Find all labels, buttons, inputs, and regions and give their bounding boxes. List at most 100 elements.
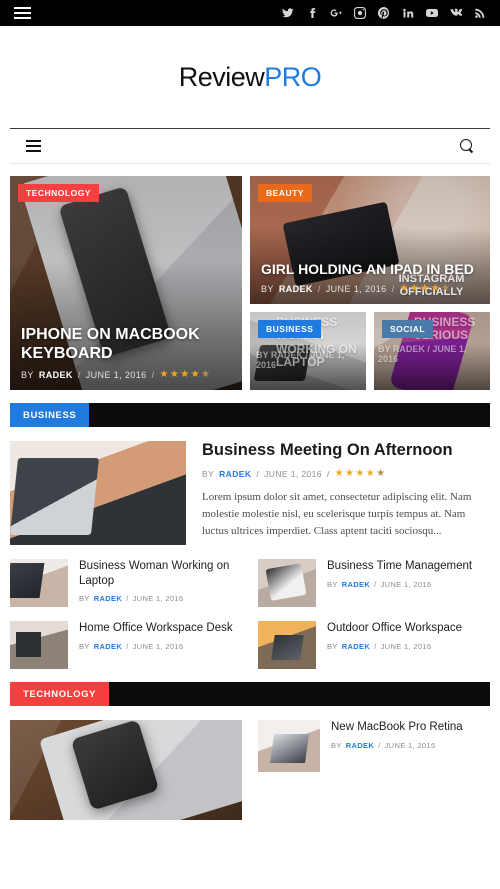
article-meta: BY RADEK / JUNE 1, 2016 <box>327 642 490 651</box>
business-feature-article[interactable]: Business Meeting On Afternoon BY RADEK /… <box>10 441 490 545</box>
author-name[interactable]: RADEK <box>346 741 374 750</box>
technology-section-title[interactable]: TECHNOLOGY <box>10 682 110 706</box>
article-title[interactable]: Business Woman Working on Laptop <box>79 559 242 588</box>
publish-date: JUNE 1, 2016 <box>380 641 432 651</box>
top-menu-icon[interactable] <box>14 7 31 19</box>
technology-article-block: New MacBook Pro Retina BY RADEK / JUNE 1… <box>10 720 490 820</box>
article-image <box>258 621 316 669</box>
by-label: BY <box>202 468 215 479</box>
hamburger-line <box>26 150 41 152</box>
pinterest-icon[interactable] <box>377 7 390 20</box>
business-feature-meta: BY RADEK / JUNE 1, 2016 / ★ ★ ★ ★ ★ <box>202 468 490 479</box>
hero-main-card[interactable]: TECHNOLOGY IPHONE ON MACBOOK KEYBOARD BY… <box>10 176 242 390</box>
article-meta: BY RADEK / JUNE 1, 2016 <box>327 580 490 589</box>
by-label: BY <box>331 740 342 750</box>
article-thumbnail[interactable] <box>10 621 68 669</box>
site-logo[interactable]: ReviewPRO <box>179 62 322 93</box>
list-item[interactable]: New MacBook Pro Retina BY RADEK / JUNE 1… <box>258 720 490 772</box>
facebook-icon[interactable] <box>305 7 318 20</box>
author-name[interactable]: RADEK <box>342 580 370 589</box>
list-item[interactable]: Home Office Workspace Desk BY RADEK / JU… <box>10 621 242 669</box>
meta-separator: / <box>317 284 321 294</box>
hero-beauty-category-badge[interactable]: BEAUTY <box>258 184 312 202</box>
hero-beauty-meta: BY RADEK / JUNE 1, 2016 / ★ ★ ★ ★ ★ <box>261 283 479 295</box>
publish-date: JUNE 1, 2016 <box>264 468 322 479</box>
article-text: New MacBook Pro Retina BY RADEK / JUNE 1… <box>331 720 490 750</box>
author-name[interactable]: RADEK <box>94 594 122 603</box>
article-thumbnail[interactable] <box>258 720 320 772</box>
author-name[interactable]: RADEK <box>342 642 370 651</box>
hero-beauty-title[interactable]: GIRL HOLDING AN IPAD IN BED <box>261 261 479 277</box>
author-name[interactable]: RADEK <box>39 370 73 380</box>
instagram-icon[interactable] <box>353 7 366 20</box>
publish-date: JUNE 1, 2016 <box>325 284 387 294</box>
hero-social-category-badge[interactable]: SOCIAL <box>382 320 434 338</box>
publish-date: JUNE 1, 2016 <box>380 579 432 589</box>
publish-date: JUNE 1, 2016 <box>132 641 184 651</box>
hero-grid: TECHNOLOGY IPHONE ON MACBOOK KEYBOARD BY… <box>10 176 490 390</box>
google-plus-icon[interactable] <box>329 7 342 20</box>
business-feature-image <box>10 441 186 545</box>
article-thumbnail[interactable] <box>258 621 316 669</box>
rss-icon[interactable] <box>473 7 486 20</box>
by-label: BY <box>21 370 34 380</box>
hamburger-line <box>14 17 31 19</box>
linkedin-icon[interactable] <box>401 7 414 20</box>
hero-business-card[interactable]: BUSINESS WOMAN WORKING ON LAPTOP BY RADE… <box>250 312 366 390</box>
by-label: BY <box>327 641 338 651</box>
hero-main-category-badge[interactable]: TECHNOLOGY <box>18 184 99 202</box>
article-thumbnail[interactable] <box>10 559 68 607</box>
article-title[interactable]: New MacBook Pro Retina <box>331 720 490 735</box>
hero-right-column: BEAUTY INSTAGRAM OFFICIALLY GIRL HOLDING… <box>250 176 490 390</box>
hamburger-line <box>26 145 41 147</box>
article-title[interactable]: Outdoor Office Workspace <box>327 621 490 636</box>
social-links <box>281 7 486 20</box>
meta-separator: / <box>374 579 377 589</box>
meta-separator: / <box>126 641 129 651</box>
logo-part-2: PRO <box>264 61 322 92</box>
hamburger-line <box>14 12 31 14</box>
hero-main-title[interactable]: IPHONE ON MACBOOK KEYBOARD <box>21 326 231 363</box>
business-feature-title[interactable]: Business Meeting On Afternoon <box>202 441 490 461</box>
hero-bottom-row: BUSINESS WOMAN WORKING ON LAPTOP BY RADE… <box>250 312 490 390</box>
article-text: Business Time Management BY RADEK / JUNE… <box>327 559 490 589</box>
meta-separator: / <box>378 740 381 750</box>
article-text: Home Office Workspace Desk BY RADEK / JU… <box>79 621 242 651</box>
vk-icon[interactable] <box>449 7 462 20</box>
technology-feature-thumbnail[interactable] <box>10 720 242 820</box>
by-label: BY <box>79 641 90 651</box>
hamburger-line <box>14 7 31 9</box>
author-name[interactable]: RADEK <box>94 642 122 651</box>
meta-separator: / <box>374 641 377 651</box>
business-feature-thumbnail[interactable] <box>10 441 186 545</box>
article-meta: BY RADEK / JUNE 1, 2016 <box>331 741 490 750</box>
meta-separator: / <box>391 284 395 294</box>
business-feature-excerpt: Lorem ipsum dolor sit amet, consectetur … <box>202 490 472 537</box>
by-label: BY <box>261 284 274 294</box>
technology-feature-image <box>10 720 242 820</box>
author-name[interactable]: RADEK <box>219 469 251 479</box>
nav-menu-icon[interactable] <box>26 140 41 152</box>
list-item[interactable]: Outdoor Office Workspace BY RADEK / JUNE… <box>258 621 490 669</box>
business-section-header: BUSINESS <box>10 403 490 427</box>
list-item[interactable]: Business Woman Working on Laptop BY RADE… <box>10 559 242 607</box>
hero-social-card[interactable]: BUSINESS SERIOUS BY RADEK / JUNE 1, 2016… <box>374 312 490 390</box>
article-title[interactable]: Home Office Workspace Desk <box>79 621 242 636</box>
article-thumbnail[interactable] <box>258 559 316 607</box>
author-name[interactable]: RADEK <box>279 284 313 294</box>
business-feature-text: Business Meeting On Afternoon BY RADEK /… <box>202 441 490 545</box>
hero-business-category-badge[interactable]: BUSINESS <box>258 320 322 338</box>
search-icon[interactable] <box>460 139 474 153</box>
hamburger-line <box>26 140 41 142</box>
hero-beauty-body: GIRL HOLDING AN IPAD IN BED BY RADEK / J… <box>250 252 490 304</box>
list-item[interactable]: Business Time Management BY RADEK / JUNE… <box>258 559 490 607</box>
rating-stars: ★ ★ ★ ★ ★ <box>399 283 451 294</box>
youtube-icon[interactable] <box>425 7 438 20</box>
business-section-title[interactable]: BUSINESS <box>10 403 90 427</box>
meta-separator: / <box>77 370 81 380</box>
article-title[interactable]: Business Time Management <box>327 559 490 574</box>
twitter-icon[interactable] <box>281 7 294 20</box>
hero-beauty-card[interactable]: BEAUTY INSTAGRAM OFFICIALLY GIRL HOLDING… <box>250 176 490 304</box>
meta-separator: / <box>256 468 260 479</box>
meta-separator: / <box>326 468 330 479</box>
